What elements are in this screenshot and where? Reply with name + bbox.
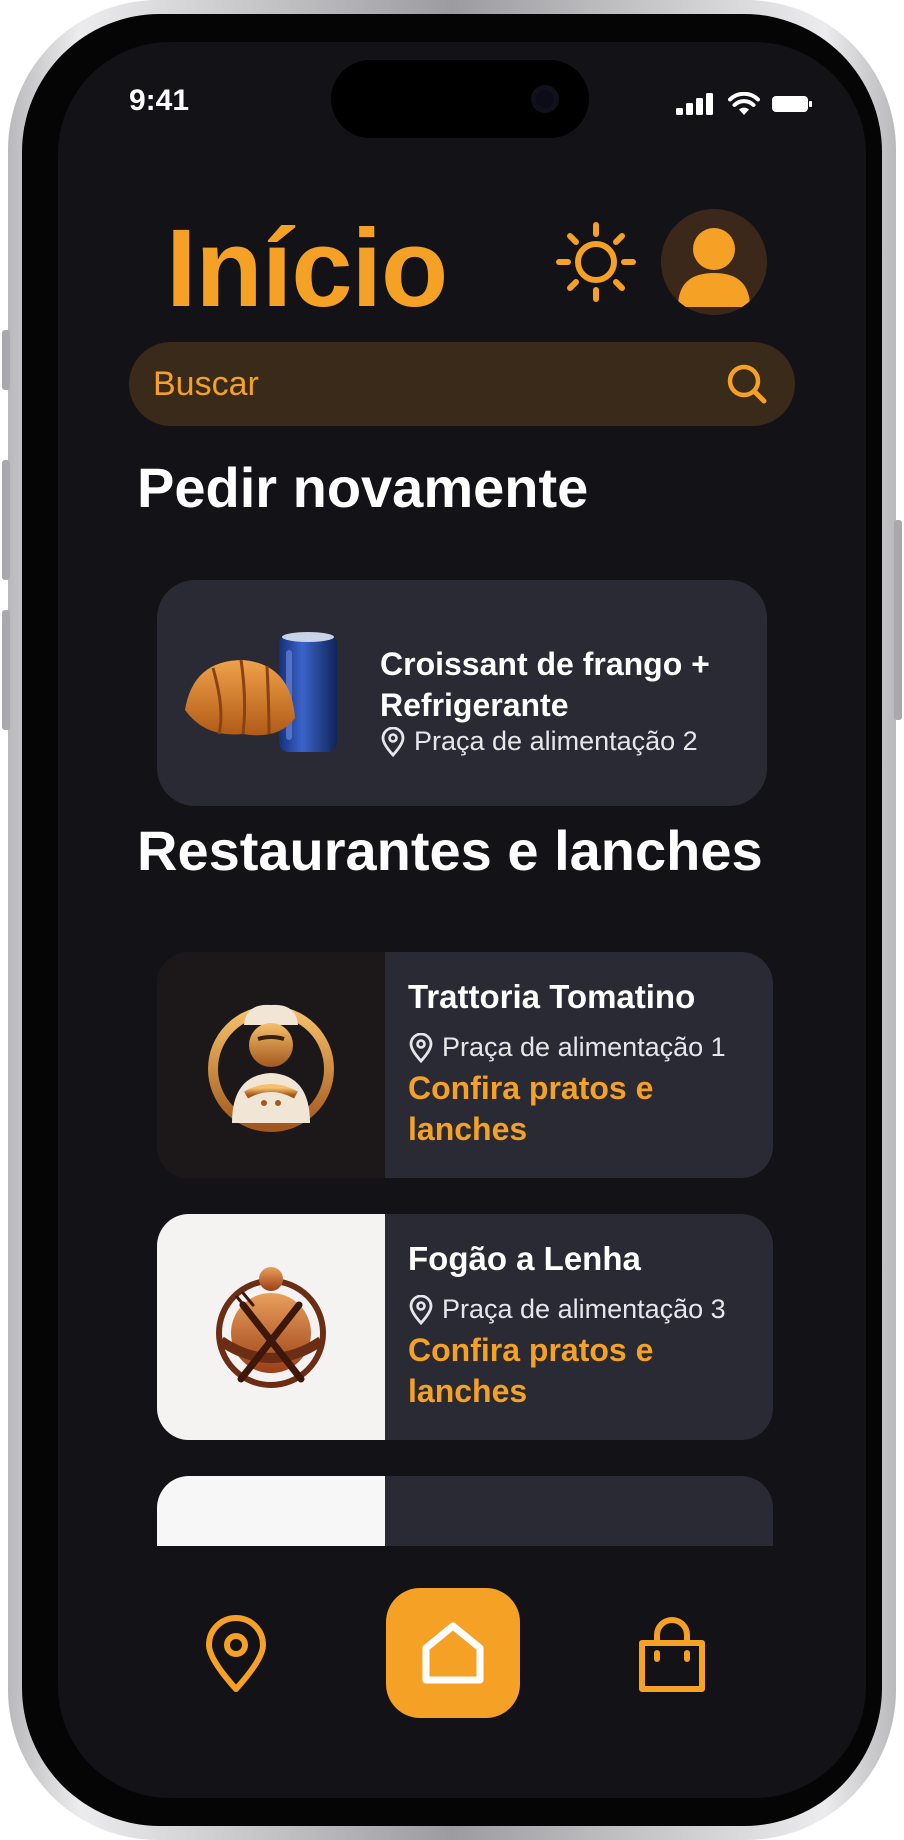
dynamic-island bbox=[331, 60, 589, 138]
mute-switch bbox=[2, 330, 10, 390]
theme-toggle-button[interactable] bbox=[551, 217, 641, 307]
shopping-bag-icon bbox=[639, 1617, 705, 1692]
sun-icon bbox=[556, 222, 636, 302]
app-screen: 9:41 Início Buscar Pedir novamente Crois… bbox=[58, 42, 866, 1798]
croissant-soda-image bbox=[185, 632, 337, 752]
power-button bbox=[894, 520, 902, 720]
restaurant-name: Trattoria Tomatino bbox=[408, 978, 696, 1015]
user-icon bbox=[678, 228, 750, 307]
restaurant-card[interactable] bbox=[157, 1476, 773, 1546]
profile-avatar-button[interactable] bbox=[661, 209, 767, 315]
nav-home-button[interactable] bbox=[386, 1588, 520, 1718]
restaurant-card[interactable]: Fogão a Lenha Praça de alimentação 3 Con… bbox=[157, 1214, 773, 1440]
restaurant-card-partial-clip bbox=[157, 1476, 773, 1546]
search-icon[interactable] bbox=[725, 362, 769, 406]
nav-map-button[interactable] bbox=[188, 1607, 284, 1703]
restaurant-name: Fogão a Lenha bbox=[408, 1240, 641, 1277]
fork-knife-logo-icon bbox=[216, 1267, 326, 1388]
wifi-icon bbox=[728, 92, 760, 115]
nav-bag-button[interactable] bbox=[624, 1607, 720, 1703]
page-title: Início bbox=[166, 207, 448, 330]
reorder-item-name: Croissant de frango + Refrigerante bbox=[380, 646, 710, 723]
restaurant-menu-link[interactable]: Confira pratos e lanches bbox=[408, 1068, 748, 1150]
volume-up-button bbox=[2, 460, 10, 580]
front-camera bbox=[531, 85, 559, 113]
status-time: 9:41 bbox=[129, 84, 190, 117]
search-bar bbox=[129, 342, 795, 426]
reorder-item-location-text: Praça de alimentação 2 bbox=[414, 726, 698, 756]
restaurant-logo bbox=[157, 1214, 385, 1440]
restaurant-card[interactable]: Trattoria Tomatino Praça de alimentação … bbox=[157, 952, 773, 1178]
chef-logo-icon bbox=[208, 1004, 334, 1132]
section-title-reorder: Pedir novamente bbox=[137, 456, 589, 519]
restaurant-location: Praça de alimentação 1 bbox=[408, 1032, 726, 1063]
restaurant-location-text: Praça de alimentação 1 bbox=[442, 1032, 726, 1062]
reorder-item-location: Praça de alimentação 2 bbox=[380, 726, 698, 757]
reorder-card[interactable]: Croissant de frango + Refrigerante Praça… bbox=[157, 580, 767, 806]
location-pin-icon bbox=[381, 726, 405, 757]
location-pin-icon bbox=[409, 1032, 433, 1063]
home-icon bbox=[422, 1622, 484, 1684]
restaurant-menu-link[interactable]: Confira pratos e lanches bbox=[408, 1330, 748, 1412]
restaurant-location: Praça de alimentação 3 bbox=[408, 1294, 726, 1325]
restaurant-location-text: Praça de alimentação 3 bbox=[442, 1294, 726, 1324]
phone-frame: 9:41 Início Buscar Pedir novamente Crois… bbox=[2, 0, 902, 1840]
volume-down-button bbox=[2, 610, 10, 730]
cellular-signal-icon bbox=[676, 93, 713, 115]
battery-icon bbox=[772, 96, 812, 112]
restaurant-logo bbox=[157, 1476, 385, 1546]
section-title-restaurants: Restaurantes e lanches bbox=[137, 819, 763, 882]
location-pin-icon bbox=[409, 1294, 433, 1325]
map-pin-icon bbox=[206, 1615, 266, 1692]
status-icons bbox=[676, 92, 812, 116]
restaurant-logo bbox=[157, 952, 385, 1178]
search-input[interactable] bbox=[153, 342, 713, 426]
